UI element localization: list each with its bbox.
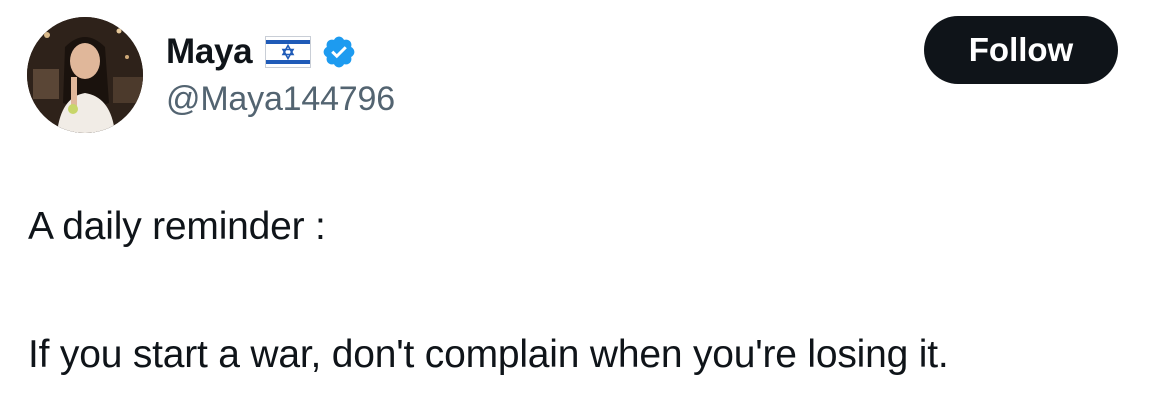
avatar-photo: [27, 17, 143, 133]
follow-button[interactable]: Follow: [924, 16, 1118, 84]
verified-badge-icon: [323, 36, 355, 68]
israel-flag-icon: [265, 36, 312, 68]
tweet-text-line: If you start a war, don't complain when …: [28, 333, 949, 376]
tweet-text-line: A daily reminder :: [28, 205, 326, 248]
user-handle[interactable]: @Maya144796: [166, 80, 395, 119]
display-name[interactable]: Maya: [166, 32, 253, 72]
avatar[interactable]: [27, 17, 143, 133]
user-name-row: Maya: [166, 30, 357, 74]
